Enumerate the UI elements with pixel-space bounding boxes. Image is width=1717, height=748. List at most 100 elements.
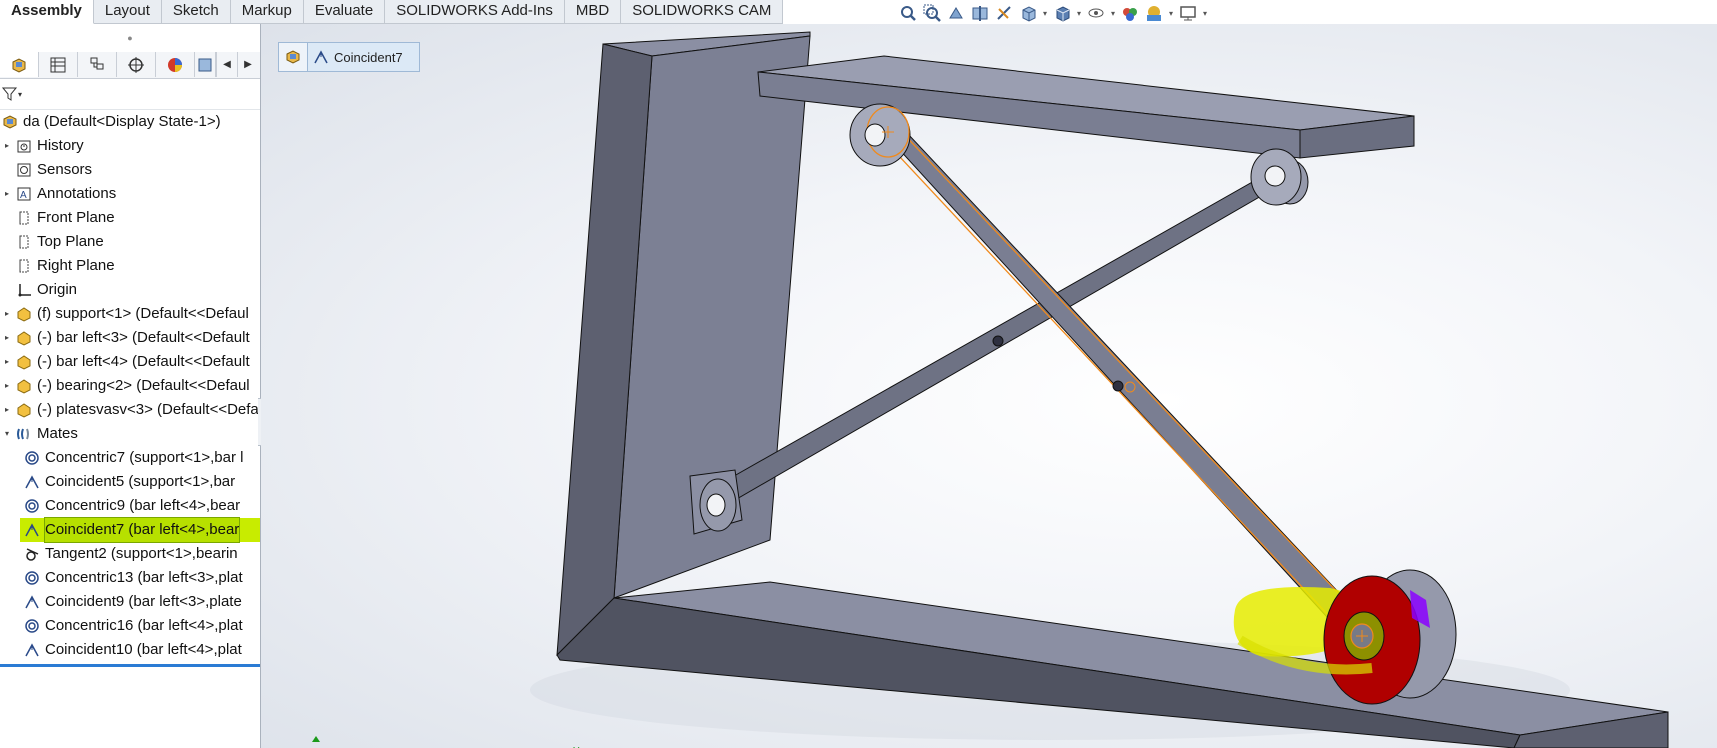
- svg-text:A: A: [20, 190, 27, 201]
- tree-item-bar-left-4[interactable]: ▸ (-) bar left<4> (Default<<Default: [0, 350, 260, 374]
- tree-item-label: (-) bar left<4> (Default<<Default: [37, 353, 250, 370]
- mate-item-label: Tangent2 (support<1>,bearin: [45, 545, 238, 562]
- tree-item-history[interactable]: ▸ History: [0, 134, 260, 158]
- tree-item-sensors[interactable]: Sensors: [0, 158, 260, 182]
- breadcrumb-mate[interactable]: Coincident7: [308, 43, 419, 71]
- tab-layout[interactable]: Layout: [93, 0, 162, 24]
- tree-root[interactable]: da (Default<Display State-1>): [0, 110, 260, 134]
- mate-item[interactable]: Concentric13 (bar left<3>,plat: [0, 566, 260, 590]
- tree-item-bearing-2[interactable]: ▸ (-) bearing<2> (Default<<Defaul: [0, 374, 260, 398]
- chevron-down-icon[interactable]: ▾: [1075, 9, 1083, 18]
- view-settings-icon[interactable]: [1177, 3, 1199, 23]
- tree-item-origin[interactable]: Origin: [0, 278, 260, 302]
- display-style-icon[interactable]: [1051, 3, 1073, 23]
- triad-icon: [312, 736, 320, 742]
- tree-item-label: Right Plane: [37, 257, 115, 274]
- tab-assembly[interactable]: Assembly: [0, 0, 94, 24]
- chevron-down-icon[interactable]: ▾: [1167, 9, 1175, 18]
- section-view-icon[interactable]: [969, 3, 991, 23]
- view-orientation-icon[interactable]: [1017, 3, 1039, 23]
- chevron-down-icon[interactable]: ▾: [18, 90, 22, 99]
- concentric-icon: [22, 448, 42, 468]
- expand-arrow-icon[interactable]: ▸: [0, 302, 14, 326]
- chevron-down-icon[interactable]: ▾: [1201, 9, 1209, 18]
- dimxpert-manager-tab[interactable]: [117, 52, 156, 77]
- property-manager-tab[interactable]: [39, 52, 78, 77]
- tree-item-label: History: [37, 137, 84, 154]
- coincident-icon: [22, 472, 42, 492]
- mate-item[interactable]: Concentric9 (bar left<4>,bear: [0, 494, 260, 518]
- mate-item[interactable]: Coincident9 (bar left<3>,plate: [0, 590, 260, 614]
- tree-item-bar-left-3[interactable]: ▸ (-) bar left<3> (Default<<Default: [0, 326, 260, 350]
- mate-item[interactable]: Coincident5 (support<1>,bar: [0, 470, 260, 494]
- mate-item[interactable]: Coincident10 (bar left<4>,plat: [0, 638, 260, 662]
- tree-item-mates[interactable]: ▾ Mates: [0, 422, 260, 446]
- feature-tree: da (Default<Display State-1>) ▸ History …: [0, 110, 260, 662]
- mate-item-label: Coincident9 (bar left<3>,plate: [45, 593, 242, 610]
- chevron-left-icon[interactable]: ◀: [216, 52, 237, 77]
- plane-icon: [14, 256, 34, 276]
- display-manager-tab[interactable]: [156, 52, 195, 77]
- chevron-right-icon[interactable]: ▶: [237, 52, 258, 77]
- feature-manager-tab[interactable]: [0, 52, 39, 77]
- mate-item[interactable]: Concentric7 (support<1>,bar l: [0, 446, 260, 470]
- tree-filter[interactable]: ▾: [0, 79, 260, 110]
- tree-item-platesvasv-3[interactable]: ▸ (-) platesvasv<3> (Default<<Defa: [0, 398, 260, 422]
- tab-evaluate[interactable]: Evaluate: [303, 0, 386, 24]
- chevron-down-icon[interactable]: ▾: [1109, 9, 1117, 18]
- mate-item-selected[interactable]: Coincident7 (bar left<4>,bear: [0, 517, 260, 543]
- concentric-icon: [22, 496, 42, 516]
- tab-mbd[interactable]: MBD: [564, 0, 622, 24]
- origin-icon: [14, 280, 34, 300]
- tree-item-label: (-) bearing<2> (Default<<Defaul: [37, 377, 250, 394]
- part-icon: [14, 328, 34, 348]
- coincident-icon: [22, 520, 42, 540]
- expand-arrow-icon[interactable]: ▸: [0, 374, 14, 398]
- tree-item-support[interactable]: ▸ (f) support<1> (Default<<Defaul: [0, 302, 260, 326]
- expand-arrow-icon[interactable]: ▸: [0, 350, 14, 374]
- panel-splitter[interactable]: [0, 664, 260, 667]
- mate-item-label: Concentric16 (bar left<4>,plat: [45, 617, 243, 634]
- tree-item-front-plane[interactable]: Front Plane: [0, 206, 260, 230]
- feature-manager-panel: ● ◀ ▶ ▾ da (Default<Display State-1>) ▸ …: [0, 24, 261, 748]
- command-manager-tabs: Assembly Layout Sketch Markup Evaluate S…: [0, 0, 784, 24]
- tab-solidworks-cam[interactable]: SOLIDWORKS CAM: [621, 0, 784, 24]
- hide-show-icon[interactable]: [1085, 3, 1107, 23]
- mate-item-label: Coincident5 (support<1>,bar: [45, 473, 236, 490]
- dynamic-annotation-icon[interactable]: [993, 3, 1015, 23]
- mate-item[interactable]: Tangent2 (support<1>,bearin: [0, 542, 260, 566]
- configuration-manager-tab[interactable]: [78, 52, 117, 77]
- graphics-area[interactable]: Y: [261, 24, 1717, 748]
- tree-item-label: Sensors: [37, 161, 93, 178]
- expand-arrow-icon[interactable]: ▸: [0, 398, 14, 422]
- chevron-down-icon[interactable]: ▾: [1041, 9, 1049, 18]
- mate-item-label: Concentric7 (support<1>,bar l: [45, 449, 244, 466]
- mate-item[interactable]: Concentric16 (bar left<4>,plat: [0, 614, 260, 638]
- tab-sketch[interactable]: Sketch: [161, 0, 231, 24]
- tree-item-top-plane[interactable]: Top Plane: [0, 230, 260, 254]
- edit-appearance-icon[interactable]: [1119, 3, 1141, 23]
- previous-view-icon[interactable]: [945, 3, 967, 23]
- tree-item-annotations[interactable]: ▸ A Annotations: [0, 182, 260, 206]
- tab-markup[interactable]: Markup: [230, 0, 304, 24]
- zoom-to-fit-icon[interactable]: [897, 3, 919, 23]
- expand-arrow-icon[interactable]: ▸: [0, 182, 14, 206]
- zoom-area-icon[interactable]: [921, 3, 943, 23]
- panel-grip-icon[interactable]: ●: [0, 24, 260, 52]
- selection-breadcrumb[interactable]: Coincident7: [278, 42, 420, 72]
- support-part: [556, 31, 1669, 748]
- filter-icon[interactable]: [2, 86, 18, 102]
- mate-item-label: Coincident7 (bar left<4>,bear: [43, 517, 241, 543]
- breadcrumb-assembly[interactable]: [279, 43, 308, 71]
- tree-item-right-plane[interactable]: Right Plane: [0, 254, 260, 278]
- collapse-arrow-icon[interactable]: ▾: [0, 422, 14, 446]
- apply-scene-icon[interactable]: [1143, 3, 1165, 23]
- assembly-model[interactable]: [261, 24, 1717, 748]
- cam-manager-tab[interactable]: [195, 52, 216, 77]
- expand-arrow-icon[interactable]: ▸: [0, 326, 14, 350]
- coincident-icon: [22, 640, 42, 660]
- mate-item-label: Coincident10 (bar left<4>,plat: [45, 641, 242, 658]
- tab-solidworks-addins[interactable]: SOLIDWORKS Add-Ins: [385, 0, 565, 24]
- expand-arrow-icon[interactable]: ▸: [0, 134, 14, 158]
- tree-item-label: Annotations: [37, 185, 117, 202]
